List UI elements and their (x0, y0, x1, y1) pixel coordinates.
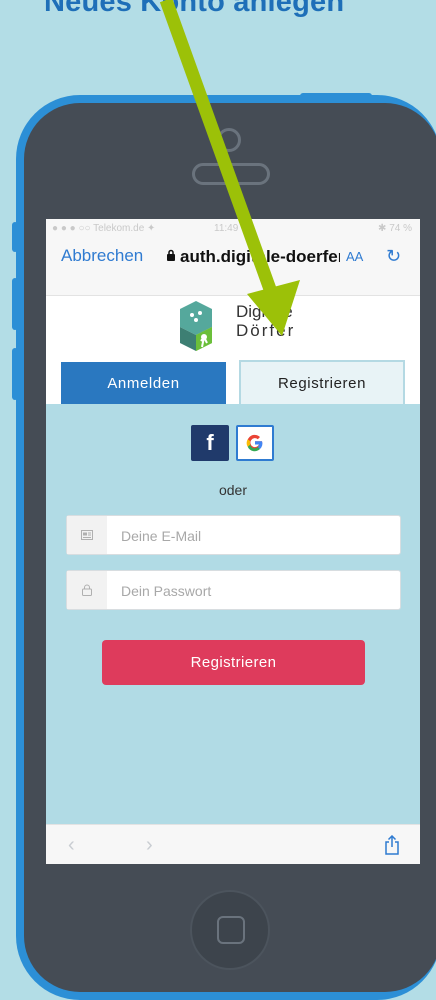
google-login-button[interactable] (236, 425, 274, 461)
tab-register-label: Registrieren (277, 374, 367, 392)
google-icon (246, 434, 263, 452)
email-icon (67, 516, 107, 554)
cancel-button[interactable]: Abbrechen (61, 246, 143, 266)
facebook-icon: f (206, 430, 214, 455)
url-text[interactable]: auth.digitale-doerfer.de (180, 247, 340, 267)
camera-icon (217, 128, 241, 152)
logo-text-line1: Digitale (236, 302, 293, 321)
back-icon[interactable]: ‹ (68, 834, 75, 857)
divider-text: oder (218, 482, 248, 498)
page-headline: Neues Konto anlegen (44, 0, 345, 18)
status-carrier: ● ● ● ○○ Telekom.de ✦ (52, 223, 156, 234)
text-size-button[interactable]: AA (346, 249, 363, 264)
logo-text-line2: Dörfer (236, 321, 296, 340)
password-input[interactable] (119, 579, 383, 603)
email-field[interactable] (66, 515, 401, 555)
password-field[interactable] (66, 570, 401, 610)
facebook-login-button[interactable]: f (191, 425, 229, 461)
mute-switch (12, 222, 18, 252)
reload-icon[interactable]: ↻ (386, 246, 401, 267)
status-time: 11:49 (214, 223, 239, 234)
volume-down-button (12, 348, 18, 400)
home-square-icon (217, 916, 245, 944)
power-button (300, 93, 372, 99)
browser-toolbar: ‹ › (46, 824, 420, 864)
speaker-grille (192, 163, 270, 185)
status-battery: ✱ 74 % (378, 223, 412, 234)
phone-screen: ● ● ● ○○ Telekom.de ✦ 11:49 ✱ 74 % Abbre… (46, 219, 420, 864)
tab-register[interactable]: Registrieren (239, 360, 405, 404)
register-panel (46, 404, 420, 824)
tab-login[interactable]: Anmelden (61, 362, 226, 404)
email-input[interactable] (119, 524, 383, 548)
status-bar: ● ● ● ○○ Telekom.de ✦ 11:49 ✱ 74 % (46, 219, 420, 239)
tab-login-label: Anmelden (107, 374, 180, 392)
password-lock-icon (67, 571, 107, 609)
volume-up-button (12, 278, 18, 330)
lock-icon (167, 249, 175, 261)
share-icon[interactable] (384, 835, 400, 855)
forward-icon[interactable]: › (146, 834, 153, 857)
register-submit-button[interactable]: Registrieren (102, 640, 365, 685)
